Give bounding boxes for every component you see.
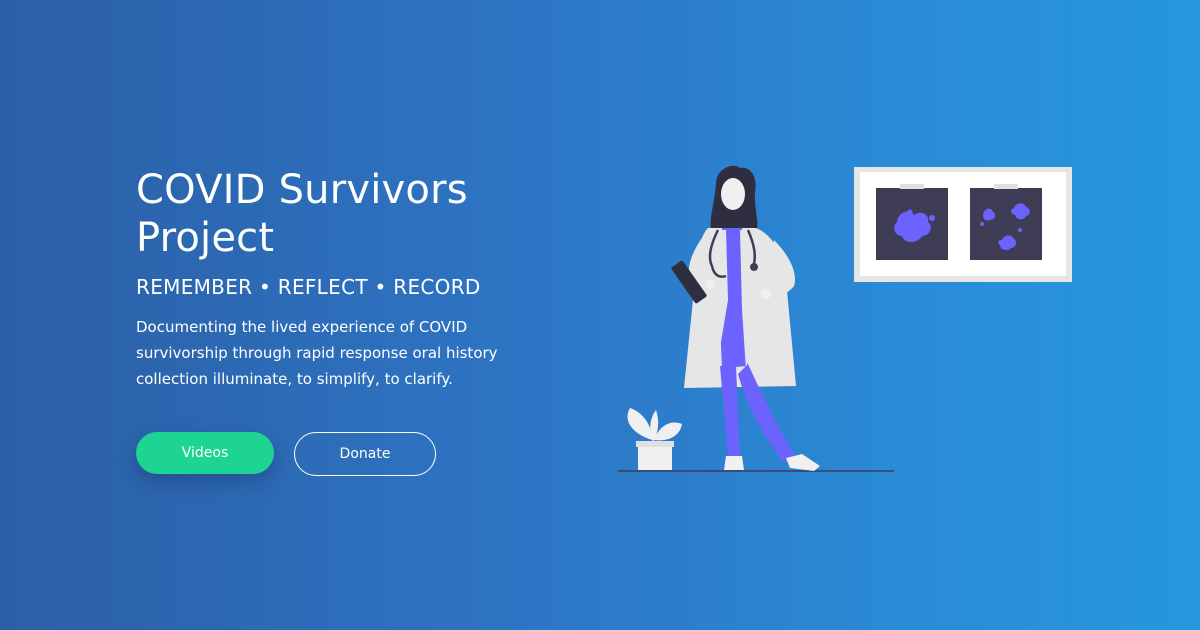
xray-lightbox-icon	[854, 167, 1072, 282]
cta-buttons: Videos Donate	[136, 432, 436, 476]
hero-text: COVID Survivors Project REMEMBER • REFLE…	[136, 166, 596, 392]
doctor-illustration	[618, 165, 1072, 472]
doctor-figure-icon	[671, 165, 820, 471]
tagline: REMEMBER • REFLECT • RECORD	[136, 275, 481, 299]
hero-description: Documenting the lived experience of COVI…	[136, 318, 498, 388]
potted-plant-icon	[627, 408, 682, 470]
videos-button[interactable]: Videos	[136, 432, 274, 474]
donate-button[interactable]: Donate	[294, 432, 436, 476]
page-title: COVID Survivors Project	[136, 167, 468, 261]
hero-section: COVID Survivors Project REMEMBER • REFLE…	[0, 0, 1200, 630]
